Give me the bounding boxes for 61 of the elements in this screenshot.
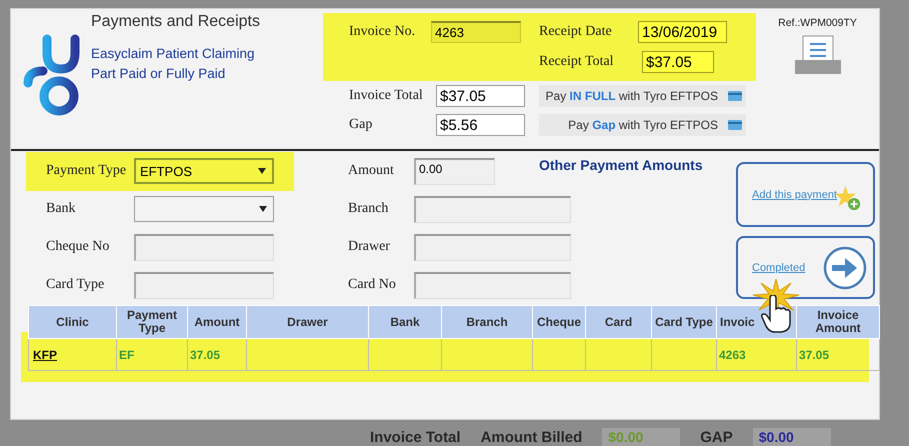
section-title: Other Payment Amounts <box>539 157 703 173</box>
input-field[interactable] <box>414 234 571 260</box>
field-label: Drawer <box>348 239 391 255</box>
field-label: Cheque No <box>45 239 110 255</box>
table-cell: EF <box>119 348 134 362</box>
column-header: Invoice Amount <box>796 306 880 338</box>
field-label: Bank <box>45 201 77 217</box>
column-header: Card Type <box>652 306 716 338</box>
column-header: Drawer <box>246 306 368 338</box>
amount-field[interactable]: 0.00 <box>414 158 495 184</box>
table-cell: 4263 <box>719 348 746 362</box>
reference-code: Ref.:WPM009TY <box>778 17 857 29</box>
arrow-right-icon[interactable] <box>823 246 867 290</box>
field-label: Receipt Total <box>539 54 615 70</box>
input-field[interactable] <box>134 272 274 298</box>
dialog-title: Payments and Receipts <box>91 13 261 31</box>
field-label: Payment Type <box>45 163 128 179</box>
column-header: Cheque <box>532 306 586 338</box>
column-header: Card <box>586 306 652 338</box>
clinic-link[interactable]: KFP <box>33 348 57 362</box>
input-field[interactable] <box>414 196 571 222</box>
column-header: Amount <box>188 306 246 338</box>
card-icon <box>728 90 742 100</box>
field-label: Receipt Date <box>539 24 613 40</box>
caret-icon <box>259 205 267 213</box>
dropdown[interactable]: EFTPOS <box>134 158 274 184</box>
total-value: $0.00 <box>752 428 831 446</box>
pay-button[interactable]: Pay Gap with Tyro EFTPOS <box>539 114 746 136</box>
gap-field[interactable]: $5.56 <box>436 114 525 136</box>
column-header: Bank <box>368 306 442 338</box>
invoice-no-field[interactable]: 4263 <box>431 21 521 43</box>
field-label: Invoice Total <box>349 88 424 104</box>
subtitle: Easyclaim Patient Claiming <box>91 45 256 63</box>
field-label: Card Type <box>45 277 106 293</box>
pay-button[interactable]: Pay IN FULL with Tyro EFTPOS <box>539 84 746 106</box>
total-value: $0.00 <box>602 428 680 446</box>
field-label: Branch <box>348 201 390 217</box>
dropdown[interactable] <box>134 196 274 222</box>
invoice-total-field[interactable]: $37.05 <box>436 84 525 106</box>
total-label: GAP <box>700 428 733 446</box>
input-field[interactable] <box>134 234 274 260</box>
column-header: Payment Type <box>116 306 188 338</box>
table-cell: 37.05 <box>190 348 220 362</box>
total-label: Amount Billed <box>480 428 582 446</box>
star-plus-icon <box>835 184 861 210</box>
caret-icon <box>258 167 266 175</box>
printer-icon[interactable] <box>794 35 840 75</box>
subtitle: Part Paid or Fully Paid <box>91 65 226 83</box>
receipt-date-field[interactable]: 13/06/2019 <box>638 21 727 43</box>
card-icon <box>728 120 742 130</box>
field-label: Amount <box>348 163 395 179</box>
column-header: Clinic <box>28 306 116 338</box>
input-field[interactable] <box>414 272 571 298</box>
field-label: Card No <box>348 277 397 293</box>
table-cell: 37.05 <box>799 348 830 362</box>
receipt-total-field[interactable]: $37.05 <box>642 51 714 73</box>
field-label: Invoice No. <box>349 24 416 40</box>
total-label: Invoice Total <box>370 428 461 446</box>
column-header: Branch <box>442 306 532 338</box>
field-label: Gap <box>349 116 374 132</box>
hand-cursor-icon <box>761 295 791 333</box>
